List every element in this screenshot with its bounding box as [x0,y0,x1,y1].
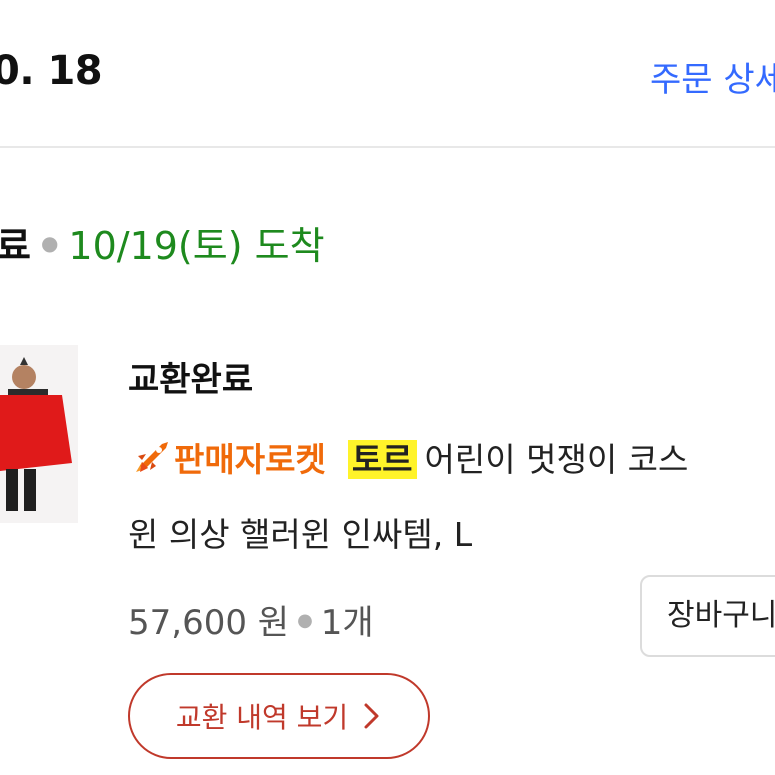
rocket-icon [128,438,174,478]
product-thumbnail[interactable] [0,345,78,523]
separator-dot: ● [40,231,59,255]
arrival-date: 10/19(토) 도착 [68,224,325,268]
brand-badge: 토르 [347,440,417,479]
section-divider [0,146,775,148]
chevron-right-icon [364,703,379,729]
seller-rocket-tag: 판매자로켓 [174,440,326,479]
delivery-status-label: 료 [0,224,31,268]
product-title[interactable]: 판매자로켓 토르 어린이 멋쟁이 코스 [128,433,688,482]
product-title-line2[interactable]: 윈 의상 핼러윈 인싸템, L [128,508,472,556]
order-date: 0. 18 [0,48,103,94]
product-title-line1: 어린이 멋쟁이 코스 [424,440,689,479]
add-to-cart-button[interactable]: 장바구니 [640,575,775,657]
exchange-history-label: 교환 내역 보기 [175,701,349,734]
price-row: 57,600 원 ● 1개 [128,595,374,644]
price: 57,600 원 [128,603,290,643]
separator-dot: ● [297,610,313,631]
order-detail-link[interactable]: 주문 상세 [650,52,775,101]
product-thumbnail-image [0,345,78,523]
delivery-status-row: 료 ● 10/19(토) 도착 [0,215,325,270]
exchange-history-button[interactable]: 교환 내역 보기 [128,673,430,759]
quantity: 1개 [320,603,374,643]
item-status: 교환완료 [128,360,254,400]
